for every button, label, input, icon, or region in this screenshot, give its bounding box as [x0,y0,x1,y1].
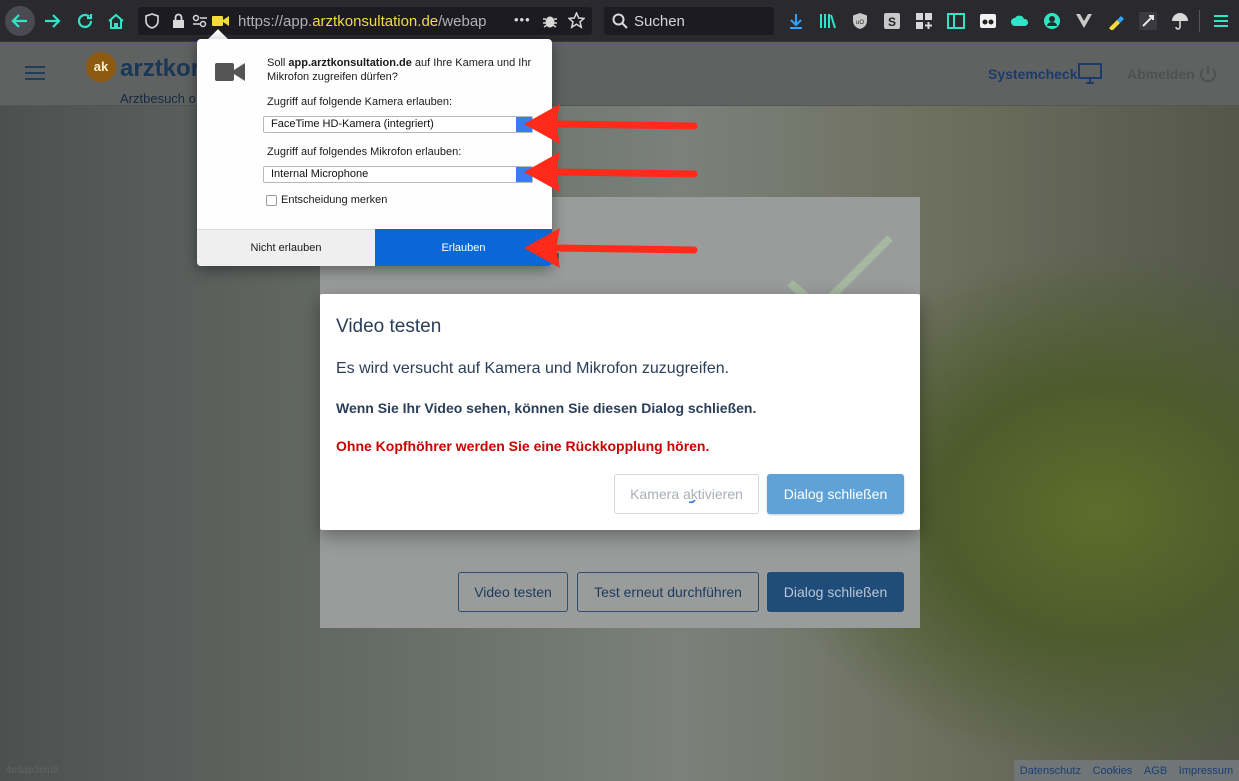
reader-icon[interactable] [979,12,997,30]
search-bar[interactable]: Suchen [604,7,774,35]
permission-question: Soll app.arztkonsultation.de auf Ihre Ka… [267,56,537,84]
deny-permission-button[interactable]: Nicht erlauben [197,229,375,266]
power-icon[interactable] [1198,64,1218,84]
video-test-dialog: Video testen Es wird versucht auf Kamera… [320,294,920,530]
sidebar-icon[interactable] [947,12,965,30]
account-icon[interactable] [1043,12,1061,30]
svg-text:S: S [888,15,896,29]
url-bar[interactable]: https://app.arztkonsultation.de/webap ••… [138,7,592,35]
footer-link-cookies[interactable]: Cookies [1093,765,1133,777]
permission-question-domain: app.arztkonsultation.de [288,57,412,69]
camera-icon[interactable] [212,15,229,27]
page-actions-button[interactable]: ••• [514,12,531,27]
permission-popup: Soll app.arztkonsultation.de auf Ihre Ka… [197,39,552,266]
footer-link-privacy[interactable]: Datenschutz [1020,765,1081,777]
permission-question-prefix: Soll [267,57,289,69]
url-suffix: /webap [438,13,487,30]
dialog-title: Video testen [336,316,442,337]
loading-spinner-icon [688,499,696,504]
footer-link-imprint[interactable]: Impressum [1179,765,1233,777]
camera-select-value: FaceTime HD-Kamera (integriert) [271,118,434,130]
footer-link-terms[interactable]: AGB [1144,765,1167,777]
umbrella-icon[interactable] [1171,12,1189,30]
remember-decision-checkbox[interactable] [266,195,277,206]
back-button[interactable] [5,6,35,36]
star-icon[interactable] [568,12,585,29]
lock-icon[interactable] [172,13,185,29]
monitor-icon[interactable] [1078,63,1102,85]
footer-links: Datenschutz Cookies AGB Impressum [1014,760,1239,781]
url-domain: arztkonsultation.de [312,13,439,30]
arrow-right-icon [45,14,61,28]
hamburger-menu-icon[interactable] [25,66,45,80]
background-close-dialog-button[interactable]: Dialog schließen [767,572,904,612]
camera-select-chevron-icon[interactable] [516,117,532,132]
search-icon [612,13,628,29]
bug-icon[interactable] [542,13,558,29]
mic-select-value: Internal Microphone [271,168,369,180]
home-button[interactable] [102,7,130,35]
video-test-button[interactable]: Video testen [458,572,568,612]
color-picker-icon[interactable] [1107,12,1125,30]
dialog-close-hint: Wenn Sie Ihr Video sehen, können Sie die… [336,400,757,416]
toolbar-divider [1199,10,1200,32]
url-text: https://app.arztkonsultation.de/webap [238,13,510,30]
url-prefix: https://app. [238,13,313,30]
retest-button[interactable]: Test erneut durchführen [577,572,759,612]
logo-text: arztkon [120,55,206,82]
remember-decision-label[interactable]: Entscheidung merken [281,194,387,206]
mic-select-label: Zugriff auf folgendes Mikrofon erlauben: [267,146,462,158]
grid-extension-icon[interactable] [915,12,933,30]
logout-link[interactable]: Abmelden [1127,66,1195,82]
systemcheck-link[interactable]: Systemcheck [988,66,1078,82]
close-dialog-button[interactable]: Dialog schließen [767,474,904,514]
video-camera-icon [215,63,245,81]
home-icon [108,13,124,29]
browser-toolbar: https://app.arztkonsultation.de/webap ••… [0,0,1239,42]
library-icon[interactable] [819,12,837,30]
reload-button[interactable] [71,7,99,35]
menu-icon[interactable] [1212,12,1230,30]
camera-select-label: Zugriff auf folgende Kamera erlauben: [267,96,453,108]
version-label: 4e8ab3cm8 [6,765,59,776]
mic-select[interactable]: Internal Microphone [263,166,533,183]
forward-button[interactable] [38,7,66,35]
s-extension-icon[interactable]: S [883,12,901,30]
vue-devtools-icon[interactable] [1075,12,1093,30]
site-logo[interactable]: ak arztkon Arztbesuch o [86,52,206,106]
mic-select-chevron-icon[interactable] [516,167,532,182]
ublock-icon[interactable]: uO [851,12,869,30]
download-icon[interactable] [787,12,805,30]
activate-camera-button[interactable]: Kamera aktivieren [614,474,759,514]
site-header: ak arztkon Arztbesuch o Systemcheck Abme… [0,42,1239,106]
tool-extension-icon[interactable] [1139,12,1157,30]
logo-badge: ak [86,52,116,82]
camera-select[interactable]: FaceTime HD-Kamera (integriert) [263,116,533,133]
permissions-icon[interactable] [192,14,208,28]
logo-subtitle: Arztbesuch o [120,91,196,106]
svg-text:uO: uO [856,20,864,26]
arrow-left-icon [11,14,27,28]
shield-icon[interactable] [145,13,159,29]
search-placeholder: Suchen [634,13,685,30]
allow-permission-button[interactable]: Erlauben [375,229,552,266]
cloud-icon[interactable] [1011,12,1029,30]
page-content: ak arztkon Arztbesuch o Systemcheck Abme… [0,42,1239,781]
reload-icon [77,13,93,29]
dialog-access-message: Es wird versucht auf Kamera und Mikrofon… [336,360,730,377]
dialog-feedback-warning: Ohne Kopfhöhrer werden Sie eine Rückkopp… [336,438,710,454]
